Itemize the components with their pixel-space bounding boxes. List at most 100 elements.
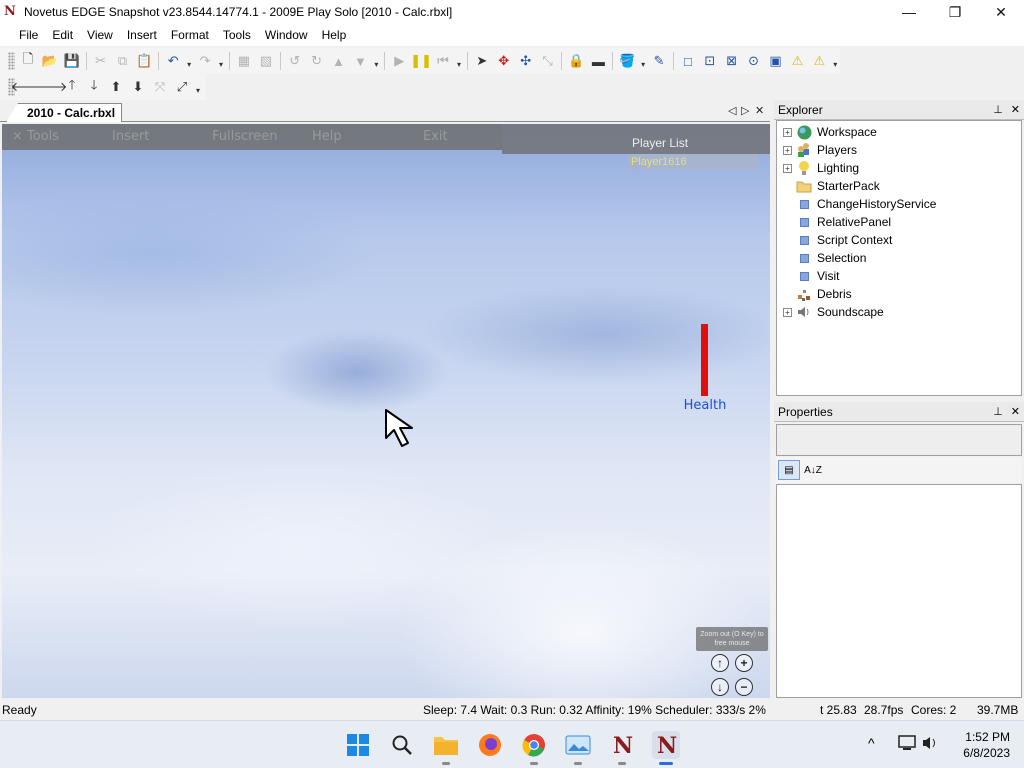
- tree-item-players[interactable]: + Players: [777, 141, 1021, 159]
- camera-down-icon[interactable]: ⬇: [127, 76, 149, 98]
- camera-tilt-down-button[interactable]: ↓: [711, 678, 729, 696]
- properties-close-icon[interactable]: ✕: [1011, 405, 1020, 418]
- paint-bucket-icon[interactable]: 🪣: [616, 50, 638, 72]
- in-game-exit-button[interactable]: Exit: [423, 129, 448, 144]
- expand-icon[interactable]: +: [783, 163, 792, 173]
- file-explorer-icon[interactable]: [432, 731, 460, 765]
- clock[interactable]: 1:52 PM 6/8/2023: [963, 729, 1010, 761]
- tree-item-relativepanel[interactable]: RelativePanel: [777, 213, 1021, 231]
- in-game-help-button[interactable]: Help: [312, 129, 342, 144]
- surface-studs-icon[interactable]: ⊙: [743, 50, 765, 72]
- scale-tool-icon[interactable]: ⤡: [537, 50, 559, 72]
- in-game-tools-button[interactable]: × Tools: [12, 129, 59, 144]
- start-icon[interactable]: [344, 731, 372, 759]
- paste-icon[interactable]: 📋: [133, 50, 155, 72]
- new-file-icon[interactable]: 🗋: [17, 50, 39, 72]
- photos-icon[interactable]: [564, 731, 592, 765]
- sort-by-category-icon[interactable]: ▤: [778, 460, 800, 480]
- undo-dropdown-icon[interactable]: ▾: [184, 50, 194, 72]
- reset-icon[interactable]: ⏮: [432, 50, 454, 72]
- novetus-active-icon[interactable]: N: [652, 731, 680, 765]
- fullscreen-icon[interactable]: ⤢: [171, 76, 193, 98]
- tilt-down-icon[interactable]: 🡓: [83, 76, 105, 98]
- camera-up-icon[interactable]: ⬆: [105, 76, 127, 98]
- toolbar-grip[interactable]: [8, 52, 15, 70]
- chrome-icon[interactable]: [520, 731, 548, 765]
- copy-icon[interactable]: ⧉: [112, 50, 134, 72]
- menu-edit[interactable]: Edit: [45, 24, 80, 46]
- redo-icon[interactable]: ↷: [194, 50, 216, 72]
- tilt-up-icon[interactable]: 🡑: [61, 76, 83, 98]
- tree-item-soundscape[interactable]: + Soundscape: [777, 303, 1021, 321]
- search-icon[interactable]: [388, 731, 416, 759]
- rotate-right-icon[interactable]: ↻: [306, 50, 328, 72]
- undo-icon[interactable]: ↶: [162, 50, 184, 72]
- tree-item-starterpack[interactable]: StarterPack: [777, 177, 1021, 195]
- menu-insert[interactable]: Insert: [120, 24, 164, 46]
- surface-dropdown-icon[interactable]: ▾: [830, 50, 840, 72]
- resize-tool-icon[interactable]: ✣: [515, 50, 537, 72]
- tree-item-selection[interactable]: Selection: [777, 249, 1021, 267]
- surface-inlet-icon[interactable]: ▣: [765, 50, 787, 72]
- move-up-icon[interactable]: ▲: [328, 50, 350, 72]
- toolbar-overflow-icon[interactable]: ▾: [371, 50, 381, 72]
- pan-right-icon[interactable]: 🡒: [33, 76, 68, 98]
- tab-next-icon[interactable]: ▷: [741, 104, 749, 117]
- hinge-icon[interactable]: ⚠: [786, 50, 808, 72]
- camera-zoom-out-button[interactable]: −: [735, 678, 753, 696]
- pause-icon[interactable]: ❚❚: [410, 50, 432, 72]
- camera-dropdown-icon[interactable]: ▾: [193, 76, 203, 98]
- menu-view[interactable]: View: [80, 24, 120, 46]
- dropper-icon[interactable]: ✎: [648, 50, 670, 72]
- tree-item-script-context[interactable]: Script Context: [777, 231, 1021, 249]
- anchor-icon[interactable]: ▬: [587, 50, 609, 72]
- in-game-insert-button[interactable]: Insert: [112, 129, 149, 144]
- explorer-pin-icon[interactable]: ⊥: [993, 103, 1003, 116]
- cut-icon[interactable]: ✂: [90, 50, 112, 72]
- volume-icon[interactable]: [922, 735, 940, 754]
- move-down-icon[interactable]: ▼: [349, 50, 371, 72]
- lock-icon[interactable]: 🔒: [565, 50, 587, 72]
- select-cursor-icon[interactable]: ➤: [471, 50, 493, 72]
- group-icon[interactable]: ▦: [233, 50, 255, 72]
- expand-icon[interactable]: +: [783, 307, 792, 317]
- save-icon[interactable]: 💾: [61, 50, 83, 72]
- tab-close-icon[interactable]: ✕: [755, 104, 764, 117]
- surface-smooth-icon[interactable]: □: [677, 50, 699, 72]
- novetus-icon[interactable]: N: [608, 731, 636, 765]
- play-icon[interactable]: ▶: [388, 50, 410, 72]
- minimize-button[interactable]: —: [886, 0, 932, 24]
- properties-grid[interactable]: [776, 484, 1022, 698]
- tree-item-changehistoryservice[interactable]: ChangeHistoryService: [777, 195, 1021, 213]
- tree-item-debris[interactable]: Debris: [777, 285, 1021, 303]
- explorer-close-icon[interactable]: ✕: [1011, 103, 1020, 116]
- run-dropdown-icon[interactable]: ▾: [454, 50, 464, 72]
- camera-zoom-in-button[interactable]: +: [735, 654, 753, 672]
- menu-window[interactable]: Window: [258, 24, 315, 46]
- tree-item-workspace[interactable]: + Workspace: [777, 123, 1021, 141]
- close-button[interactable]: ✕: [978, 0, 1024, 24]
- game-viewport[interactable]: × Tools Insert Fullscreen Help Exit Play…: [2, 124, 770, 698]
- surface-glue-icon[interactable]: ⊡: [699, 50, 721, 72]
- tray-overflow-chevron[interactable]: ^: [868, 735, 875, 751]
- menu-file[interactable]: File: [12, 24, 45, 46]
- in-game-fullscreen-button[interactable]: Fullscreen: [212, 129, 277, 144]
- maximize-button[interactable]: ❐: [932, 0, 978, 24]
- camera-tilt-up-button[interactable]: ↑: [711, 654, 729, 672]
- properties-pin-icon[interactable]: ⊥: [993, 405, 1003, 418]
- paint-dropdown-icon[interactable]: ▾: [638, 50, 648, 72]
- sort-alphabetical-icon[interactable]: A↓Z: [802, 460, 824, 480]
- expand-icon[interactable]: +: [783, 145, 792, 155]
- tab-calc-rbxl[interactable]: 2010 - Calc.rbxl: [6, 103, 123, 122]
- menu-format[interactable]: Format: [164, 24, 216, 46]
- redo-dropdown-icon[interactable]: ▾: [216, 50, 226, 72]
- expand-icon[interactable]: +: [783, 127, 792, 137]
- firefox-icon[interactable]: [476, 731, 504, 759]
- tree-item-lighting[interactable]: + Lighting: [777, 159, 1021, 177]
- open-folder-icon[interactable]: 📂: [39, 50, 61, 72]
- tab-prev-icon[interactable]: ◁: [728, 104, 736, 117]
- ungroup-icon[interactable]: ▧: [255, 50, 277, 72]
- zoom-extents-icon[interactable]: ⤧: [149, 76, 171, 98]
- network-icon[interactable]: [898, 735, 918, 754]
- tree-item-visit[interactable]: Visit: [777, 267, 1021, 285]
